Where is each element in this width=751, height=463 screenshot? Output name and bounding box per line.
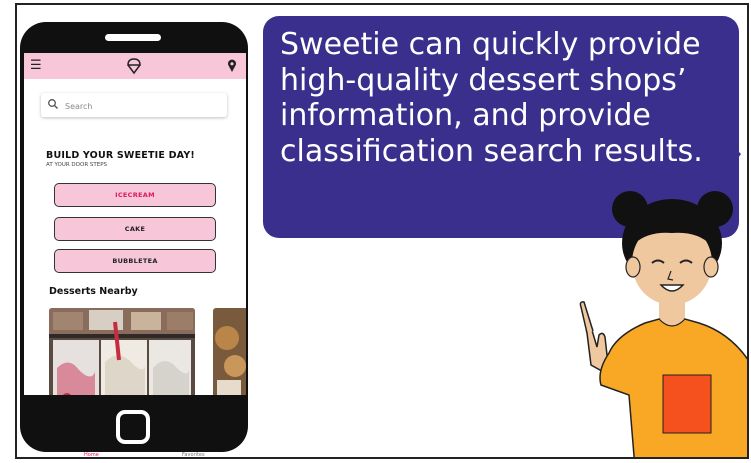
dessert-shop-photo-2[interactable] xyxy=(213,308,246,395)
search-input[interactable] xyxy=(63,96,217,116)
subheadline: AT YOUR DOOR STEPS xyxy=(46,162,108,168)
map-pin-icon[interactable] xyxy=(227,59,237,73)
ice-cream-cone-icon xyxy=(127,58,141,75)
phone-speaker xyxy=(105,34,161,41)
category-button-bubbletea[interactable]: BUBBLETEA xyxy=(54,249,216,273)
app-bottom-nav: Home Favorites xyxy=(36,451,233,457)
phone-mockup: ☰ BUILD YOUR SWEETIE DAY! AT YOUR DO xyxy=(20,22,248,452)
phone-home-button[interactable] xyxy=(116,410,150,444)
speech-bubble-text: Sweetie can quickly provide high-quality… xyxy=(280,27,703,169)
app-topbar: ☰ xyxy=(24,53,246,79)
category-button-icecream[interactable]: ICECREAM xyxy=(54,183,216,207)
category-button-cake[interactable]: CAKE xyxy=(54,217,216,241)
hamburger-menu-icon[interactable]: ☰ xyxy=(30,59,42,72)
magnifier-icon xyxy=(48,99,58,109)
search-bar[interactable] xyxy=(41,93,227,117)
desserts-nearby-title: Desserts Nearby xyxy=(49,286,138,297)
app-screen: ☰ BUILD YOUR SWEETIE DAY! AT YOUR DO xyxy=(24,53,246,395)
slide-frame: ☰ BUILD YOUR SWEETIE DAY! AT YOUR DO xyxy=(15,3,749,459)
nav-favorites[interactable]: Favorites xyxy=(182,452,205,457)
nav-home[interactable]: Home xyxy=(84,452,99,457)
dessert-shop-photo[interactable] xyxy=(49,308,195,395)
speech-bubble-tail xyxy=(711,124,741,194)
headline: BUILD YOUR SWEETIE DAY! xyxy=(46,150,195,161)
cartoon-girl-illustration xyxy=(579,191,747,457)
